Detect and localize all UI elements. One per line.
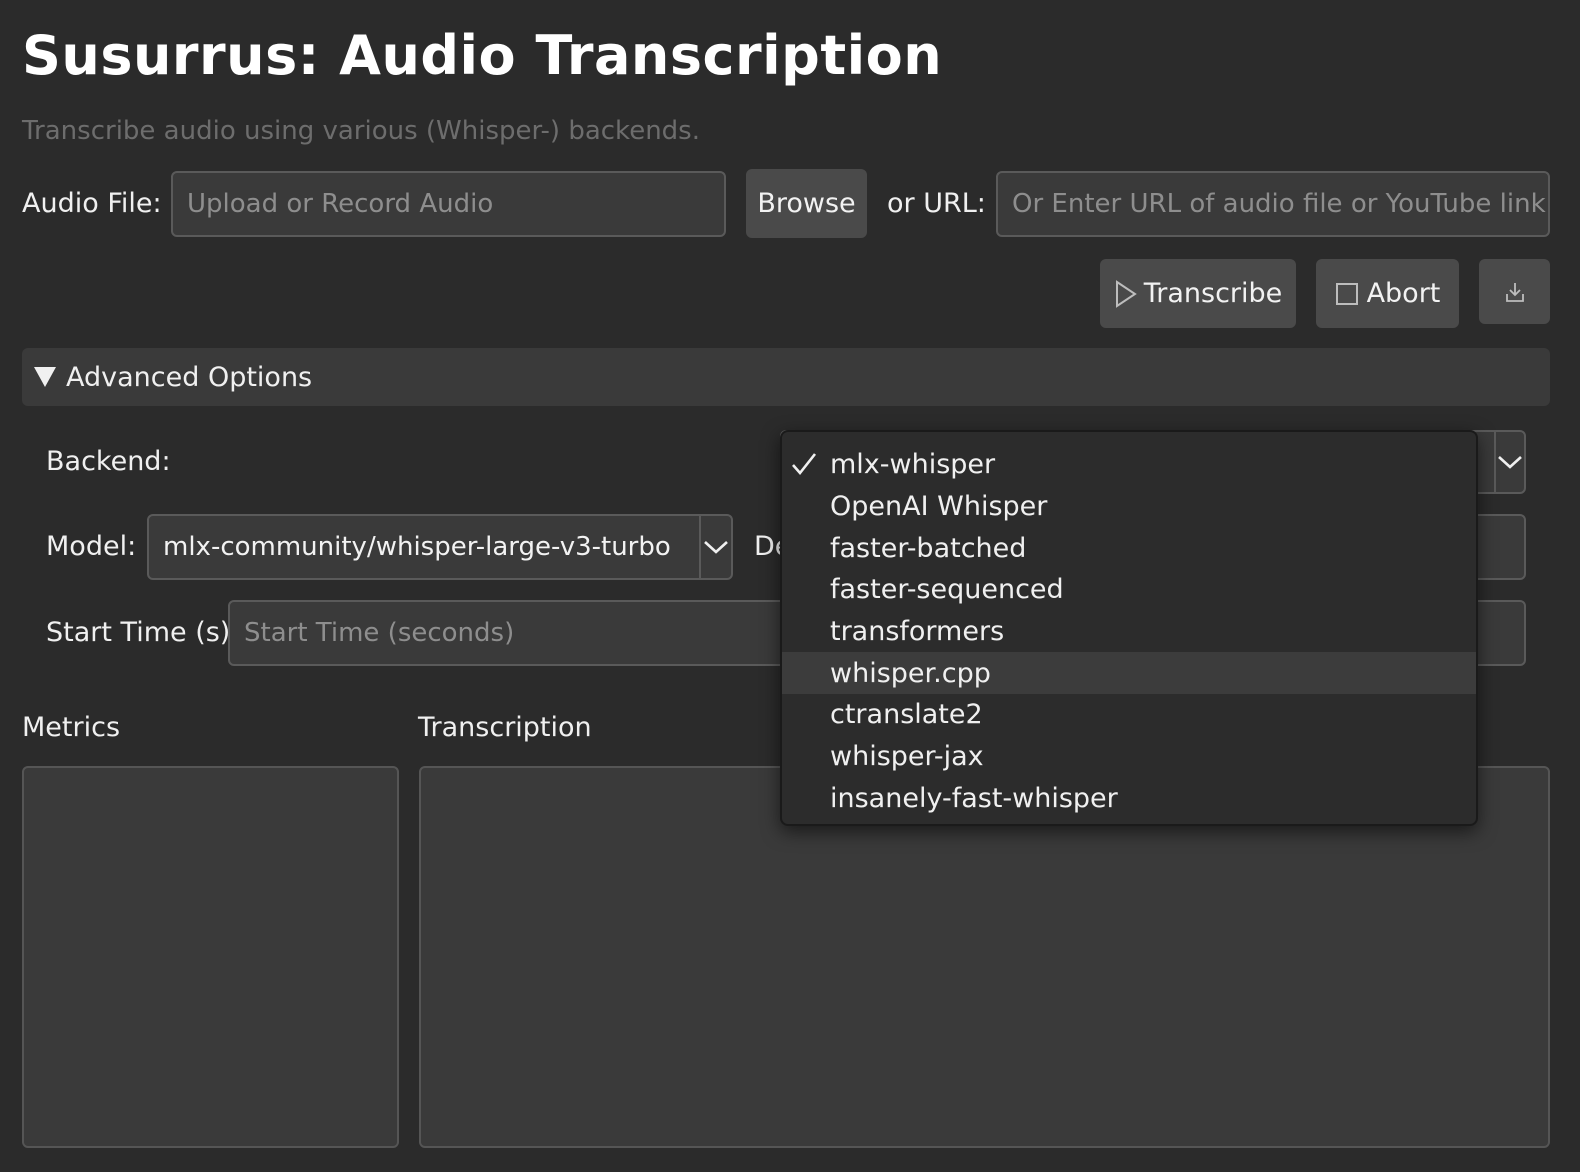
dropdown-item-faster-sequenced[interactable]: faster-sequenced [782,569,1476,611]
dropdown-item-openai-whisper[interactable]: OpenAI Whisper [782,486,1476,528]
dropdown-item-label: faster-sequenced [830,574,1064,606]
backend-select-arrow[interactable] [1494,432,1524,492]
dropdown-item-label: whisper-jax [830,741,984,773]
chevron-down-icon [703,539,729,555]
audio-file-input[interactable]: Upload or Record Audio [171,171,726,237]
dropdown-item-whisper-jax[interactable]: whisper-jax [782,736,1476,778]
transcription-label: Transcription [418,712,592,743]
start-time-input[interactable]: Start Time (seconds) [228,600,788,666]
dropdown-item-insanely-fast-whisper[interactable]: insanely-fast-whisper [782,778,1476,820]
download-button[interactable] [1479,259,1550,324]
dropdown-item-faster-batched[interactable]: faster-batched [782,527,1476,569]
url-label: or URL: [887,188,986,219]
chevron-down-icon [1497,454,1523,470]
dropdown-item-label: transformers [830,616,1005,648]
dropdown-item-label: whisper.cpp [830,657,991,689]
dropdown-item-label: mlx-whisper [830,449,996,481]
audio-file-label: Audio File: [22,188,162,219]
model-label: Model: [46,531,137,562]
backend-dropdown-menu: mlx-whisper OpenAI Whisper faster-batche… [780,430,1478,826]
dropdown-item-whisper-cpp[interactable]: whisper.cpp [782,652,1476,695]
dropdown-item-label: ctranslate2 [830,699,983,731]
browse-button[interactable]: Browse [746,169,867,238]
abort-label: Abort [1366,278,1441,309]
advanced-options-toggle[interactable]: Advanced Options [22,348,1550,406]
triangle-down-icon [34,367,56,387]
page-title: Susurrus: Audio Transcription [22,24,943,87]
model-select-arrow[interactable] [699,516,731,578]
stop-icon [1335,282,1359,306]
start-time-label: Start Time (s): [46,617,240,648]
dropdown-item-mlx-whisper[interactable]: mlx-whisper [782,444,1476,486]
dropdown-item-transformers[interactable]: transformers [782,611,1476,653]
page-subtitle: Transcribe audio using various (Whisper-… [22,116,700,146]
url-input[interactable]: Or Enter URL of audio file or YouTube li… [996,171,1550,237]
dropdown-item-label: OpenAI Whisper [830,491,1048,523]
play-icon [1114,279,1138,308]
dropdown-item-label: insanely-fast-whisper [830,782,1118,814]
transcribe-label: Transcribe [1143,278,1283,309]
download-icon [1503,280,1527,304]
model-select[interactable]: mlx-community/whisper-large-v3-turbo [147,514,733,580]
dropdown-item-ctranslate2[interactable]: ctranslate2 [782,694,1476,736]
backend-label: Backend: [46,446,171,477]
advanced-options-label: Advanced Options [66,361,313,393]
model-value: mlx-community/whisper-large-v3-turbo [163,532,671,562]
checkmark-icon [790,450,818,485]
abort-button[interactable]: Abort [1316,259,1459,328]
transcribe-button[interactable]: Transcribe [1100,259,1296,328]
dropdown-item-label: faster-batched [830,532,1027,564]
metrics-panel[interactable] [22,766,399,1148]
metrics-label: Metrics [22,712,121,743]
